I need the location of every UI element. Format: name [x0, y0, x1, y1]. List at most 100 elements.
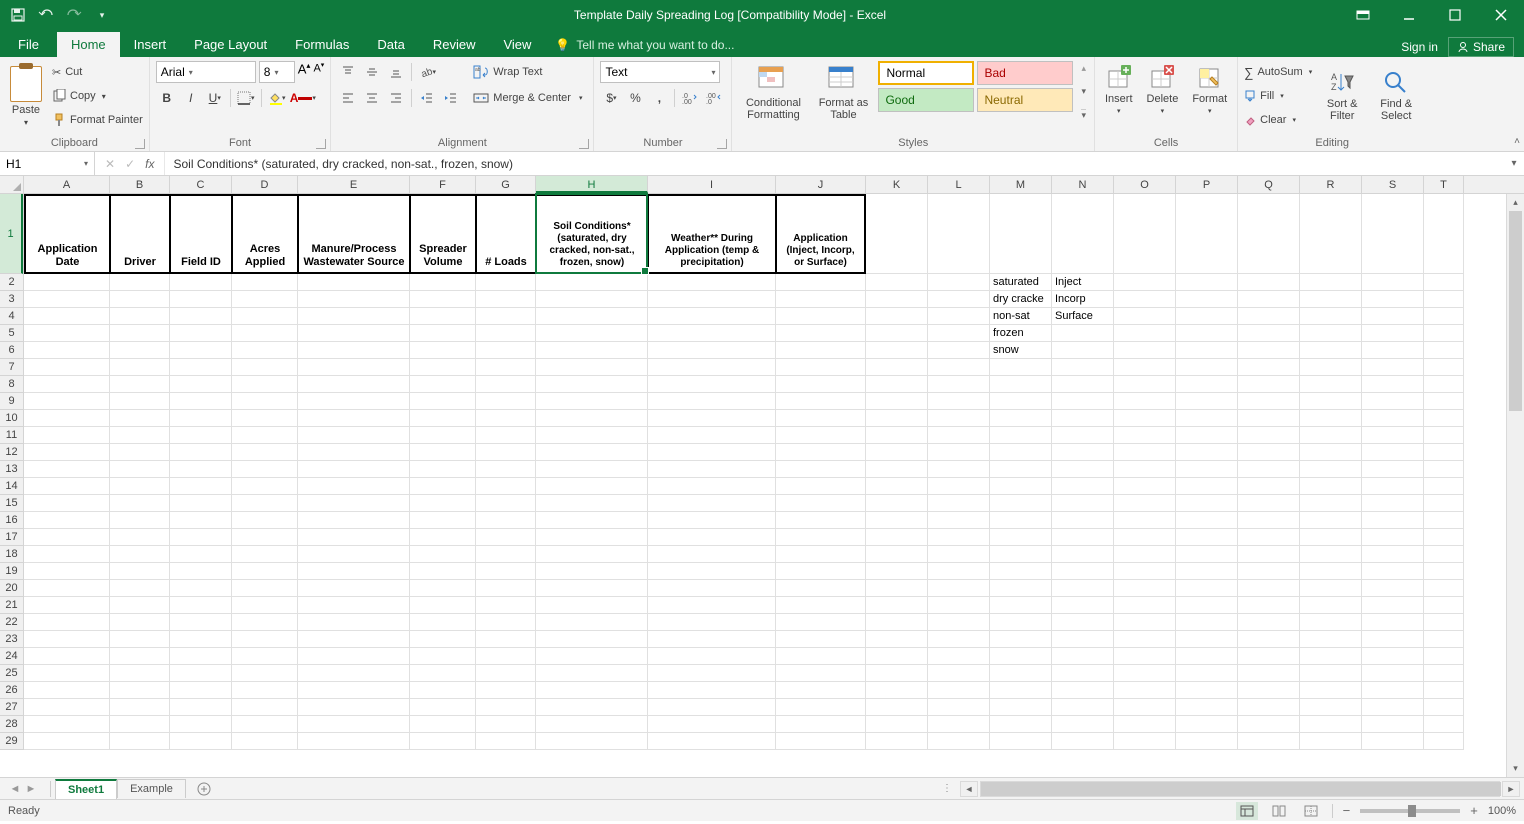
cell-I9[interactable] [648, 393, 776, 410]
cell-K4[interactable] [866, 308, 928, 325]
cell-N16[interactable] [1052, 512, 1114, 529]
find-select-button[interactable]: Find & Select [1372, 61, 1420, 131]
cell-L26[interactable] [928, 682, 990, 699]
cell-R29[interactable] [1300, 733, 1362, 750]
cell-N2[interactable]: Inject [1052, 274, 1114, 291]
cell-T13[interactable] [1424, 461, 1464, 478]
cell-T28[interactable] [1424, 716, 1464, 733]
cell-N19[interactable] [1052, 563, 1114, 580]
cell-L4[interactable] [928, 308, 990, 325]
cell-P4[interactable] [1176, 308, 1238, 325]
cell-G15[interactable] [476, 495, 536, 512]
col-header-R[interactable]: R [1300, 176, 1362, 193]
cell-S10[interactable] [1362, 410, 1424, 427]
cell-J25[interactable] [776, 665, 866, 682]
scroll-down-icon[interactable]: ▾ [1507, 760, 1524, 777]
cell-S4[interactable] [1362, 308, 1424, 325]
cell-R4[interactable] [1300, 308, 1362, 325]
cell-M20[interactable] [990, 580, 1052, 597]
row-header-4[interactable]: 4 [0, 308, 23, 325]
cell-I6[interactable] [648, 342, 776, 359]
cell-S26[interactable] [1362, 682, 1424, 699]
cell-P19[interactable] [1176, 563, 1238, 580]
cell-F28[interactable] [410, 716, 476, 733]
cell-O5[interactable] [1114, 325, 1176, 342]
row-header-1[interactable]: 1 [0, 194, 23, 274]
cell-J5[interactable] [776, 325, 866, 342]
cell-R11[interactable] [1300, 427, 1362, 444]
cell-T17[interactable] [1424, 529, 1464, 546]
row-header-13[interactable]: 13 [0, 461, 23, 478]
cell-S27[interactable] [1362, 699, 1424, 716]
cell-R24[interactable] [1300, 648, 1362, 665]
cell-D9[interactable] [232, 393, 298, 410]
styles-row-down-icon[interactable]: ▾ [1081, 86, 1086, 97]
cell-Q5[interactable] [1238, 325, 1300, 342]
cell-R25[interactable] [1300, 665, 1362, 682]
cell-L8[interactable] [928, 376, 990, 393]
cell-M5[interactable]: frozen [990, 325, 1052, 342]
cell-G21[interactable] [476, 597, 536, 614]
cell-P6[interactable] [1176, 342, 1238, 359]
cell-D23[interactable] [232, 631, 298, 648]
sort-filter-button[interactable]: AZ Sort & Filter [1318, 61, 1366, 131]
cell-M25[interactable] [990, 665, 1052, 682]
cell-B21[interactable] [110, 597, 170, 614]
cell-F7[interactable] [410, 359, 476, 376]
cell-Q18[interactable] [1238, 546, 1300, 563]
cell-I16[interactable] [648, 512, 776, 529]
cell-Q29[interactable] [1238, 733, 1300, 750]
cell-A26[interactable] [24, 682, 110, 699]
cell-G9[interactable] [476, 393, 536, 410]
cell-S6[interactable] [1362, 342, 1424, 359]
cell-Q4[interactable] [1238, 308, 1300, 325]
cell-H13[interactable] [536, 461, 648, 478]
cell-M9[interactable] [990, 393, 1052, 410]
cell-L7[interactable] [928, 359, 990, 376]
cell-C15[interactable] [170, 495, 232, 512]
cell-I1[interactable]: Weather** During Application (temp & pre… [648, 194, 776, 274]
align-top-icon[interactable] [337, 61, 359, 83]
cell-F3[interactable] [410, 291, 476, 308]
collapse-ribbon-icon[interactable]: ˄ [1514, 136, 1520, 147]
cell-P2[interactable] [1176, 274, 1238, 291]
cell-C18[interactable] [170, 546, 232, 563]
tab-page-layout[interactable]: Page Layout [180, 32, 281, 57]
cell-P17[interactable] [1176, 529, 1238, 546]
share-button[interactable]: Share [1448, 37, 1514, 57]
cell-T14[interactable] [1424, 478, 1464, 495]
cell-H26[interactable] [536, 682, 648, 699]
cell-M8[interactable] [990, 376, 1052, 393]
cell-M4[interactable]: non-sat [990, 308, 1052, 325]
cell-G10[interactable] [476, 410, 536, 427]
cell-H28[interactable] [536, 716, 648, 733]
cell-P1[interactable] [1176, 194, 1238, 274]
cell-D10[interactable] [232, 410, 298, 427]
cell-M29[interactable] [990, 733, 1052, 750]
cell-N14[interactable] [1052, 478, 1114, 495]
cell-B2[interactable] [110, 274, 170, 291]
cell-D5[interactable] [232, 325, 298, 342]
cell-O16[interactable] [1114, 512, 1176, 529]
col-header-M[interactable]: M [990, 176, 1052, 193]
cell-I28[interactable] [648, 716, 776, 733]
row-header-12[interactable]: 12 [0, 444, 23, 461]
cell-F21[interactable] [410, 597, 476, 614]
cell-C7[interactable] [170, 359, 232, 376]
tab-nav-next-icon[interactable]: ► [24, 783, 38, 795]
cell-P15[interactable] [1176, 495, 1238, 512]
cell-M22[interactable] [990, 614, 1052, 631]
cell-J15[interactable] [776, 495, 866, 512]
cell-D26[interactable] [232, 682, 298, 699]
cell-L27[interactable] [928, 699, 990, 716]
accounting-format-icon[interactable]: $▾ [600, 87, 622, 109]
save-icon[interactable] [8, 5, 28, 25]
tab-review[interactable]: Review [419, 32, 490, 57]
cell-H10[interactable] [536, 410, 648, 427]
cell-D12[interactable] [232, 444, 298, 461]
cell-D11[interactable] [232, 427, 298, 444]
cell-K27[interactable] [866, 699, 928, 716]
cell-M7[interactable] [990, 359, 1052, 376]
cell-T5[interactable] [1424, 325, 1464, 342]
cell-C24[interactable] [170, 648, 232, 665]
